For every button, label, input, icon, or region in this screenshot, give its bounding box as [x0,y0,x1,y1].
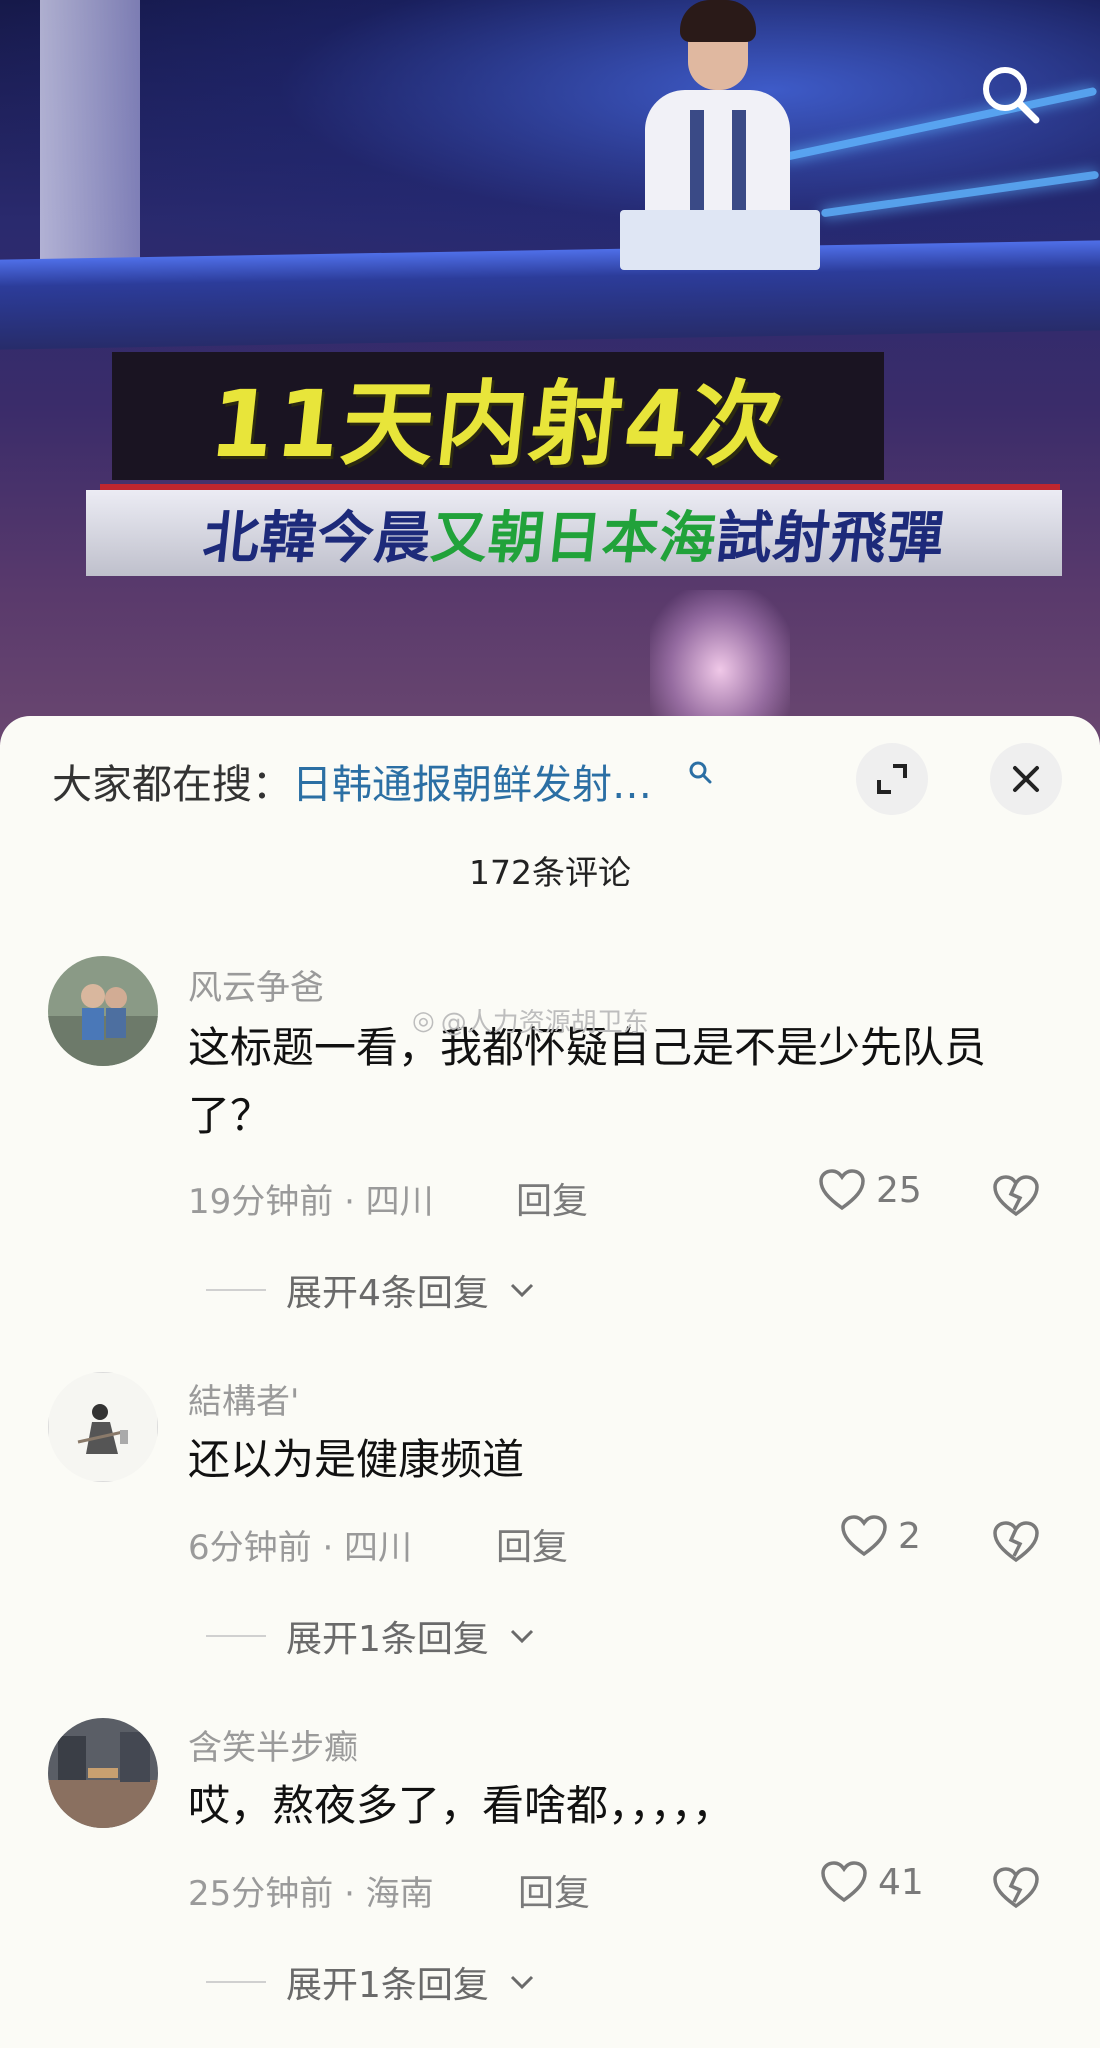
chevron-down-icon [510,1975,533,1990]
subtitle-part-1: 北韓今晨 [199,505,435,571]
avatar[interactable] [48,1372,158,1482]
like-count: 25 [876,1169,922,1211]
trending-search[interactable]: 大家都在搜：日韩通报朝鲜发射… [52,752,652,810]
anchor-figure-hair [680,0,756,42]
comment-count: 172条评论 [469,853,631,892]
video-player[interactable]: 11天内射4次 北韓今晨 又朝日本海 試射飛彈 [0,0,1100,745]
anchor-figure-detail [732,110,746,210]
watermark: ◎ @人力资源胡卫东 [412,1002,649,1039]
heart-icon [819,1169,865,1211]
expand-replies-label: 展开4条回复 [286,1273,489,1314]
comment-username[interactable]: 风云争爸 [188,960,324,1009]
comment-username[interactable]: 含笑半步癫 [188,1720,358,1769]
expand-replies-label: 展开1条回复 [286,1965,489,2006]
comment-username[interactable]: 結構者' [188,1374,299,1423]
avatar[interactable] [48,956,158,1066]
anchor-figure-detail [690,110,704,210]
subtitle-part-3: 試射飛彈 [712,505,948,571]
heart-icon [821,1861,867,1903]
comment-text: 还以为是健康频道 [188,1435,525,1484]
comment-time-location: 19分钟前 · 四川 [188,1182,434,1222]
close-button[interactable] [990,743,1062,815]
broken-heart-icon[interactable] [992,1174,1040,1218]
comment-text: 哎，熬夜多了，看啥都，，，，， [188,1781,735,1830]
chevron-down-icon [510,1283,533,1298]
comment-time-location: 6分钟前 · 四川 [188,1528,413,1568]
studio-pillar [40,0,140,300]
avatar[interactable] [48,1718,158,1828]
expand-replies-label: 展开1条回复 [286,1619,489,1660]
trending-query-link[interactable]: 日韩通报朝鲜发射… [292,762,652,808]
expand-replies-button[interactable]: 展开1条回复 [206,1956,535,2008]
news-desk [0,240,1100,350]
comment-time-location: 25分钟前 · 海南 [188,1874,434,1914]
broken-heart-icon[interactable] [992,1520,1040,1564]
like-button[interactable]: 25 [818,1168,922,1212]
expand-button[interactable] [856,743,928,815]
like-count: 2 [898,1515,921,1557]
trending-label: 大家都在搜： [52,762,292,808]
search-icon[interactable] [978,62,1042,126]
desk-monitor [620,210,820,270]
divider-line [206,1981,266,1983]
anchor-figure [645,90,790,220]
broken-heart-icon[interactable] [992,1866,1040,1910]
headline-banner: 11天内射4次 [112,352,884,480]
like-count: 41 [878,1861,924,1903]
weibo-icon: ◎ [412,1005,435,1036]
subtitle-banner: 北韓今晨 又朝日本海 試射飛彈 [86,490,1062,576]
expand-replies-button[interactable]: 展开4条回复 [206,1264,535,1316]
watermark-text: @人力资源胡卫东 [440,1008,649,1038]
heart-icon [841,1515,887,1557]
expand-icon [877,764,907,794]
like-button[interactable]: 2 [840,1514,921,1558]
close-icon [1013,766,1039,792]
comment-sheet: 大家都在搜：日韩通报朝鲜发射… 172条评论 风云争爸 这标题一看，我都怀疑自己… [0,716,1100,2048]
chevron-down-icon [510,1629,533,1644]
subtitle-part-2: 又朝日本海 [427,505,720,571]
reply-button[interactable]: 回复 [516,1172,588,1224]
like-button[interactable]: 41 [820,1860,924,1904]
reply-button[interactable]: 回复 [496,1518,568,1570]
headline-text: 11天内射4次 [204,370,790,478]
search-icon[interactable] [688,760,712,784]
divider-line [206,1289,266,1291]
divider-line [206,1635,266,1637]
expand-replies-button[interactable]: 展开1条回复 [206,1610,535,1662]
reply-button[interactable]: 回复 [518,1864,590,1916]
